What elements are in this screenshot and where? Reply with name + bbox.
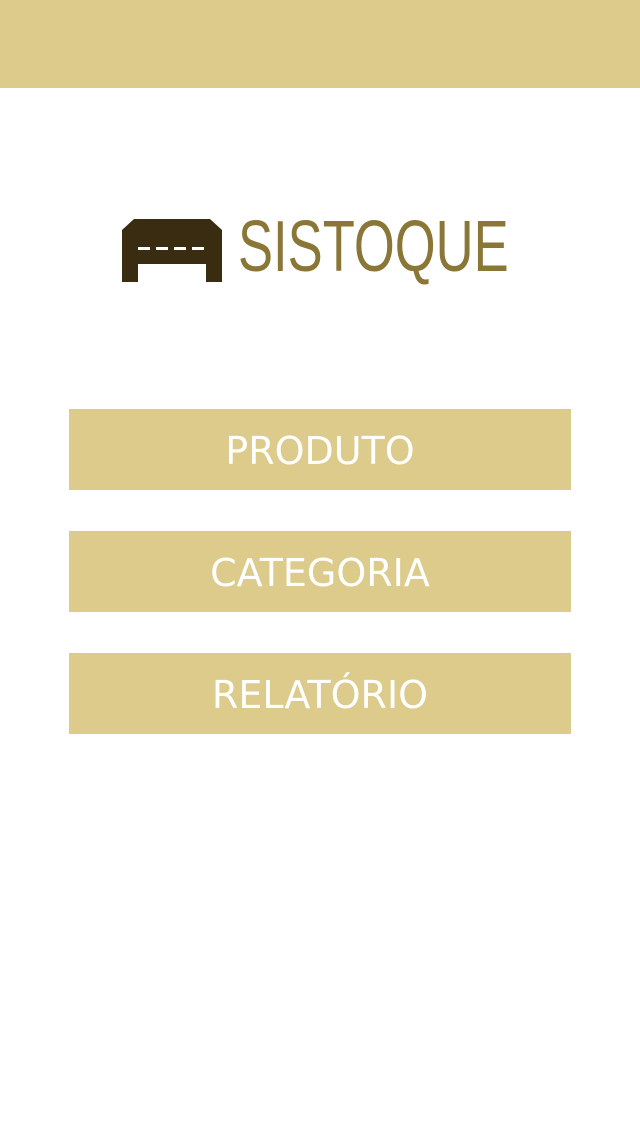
relatorio-button[interactable]: RELATÓRIO xyxy=(69,653,571,734)
categoria-button[interactable]: CATEGORIA xyxy=(69,531,571,612)
main-menu: PRODUTO CATEGORIA RELATÓRIO xyxy=(69,409,571,734)
app-title: SISTOQUE xyxy=(238,207,509,287)
top-bar xyxy=(0,0,640,88)
produto-button[interactable]: PRODUTO xyxy=(69,409,571,490)
warehouse-icon xyxy=(122,219,222,282)
app-logo: SISTOQUE xyxy=(120,205,530,285)
